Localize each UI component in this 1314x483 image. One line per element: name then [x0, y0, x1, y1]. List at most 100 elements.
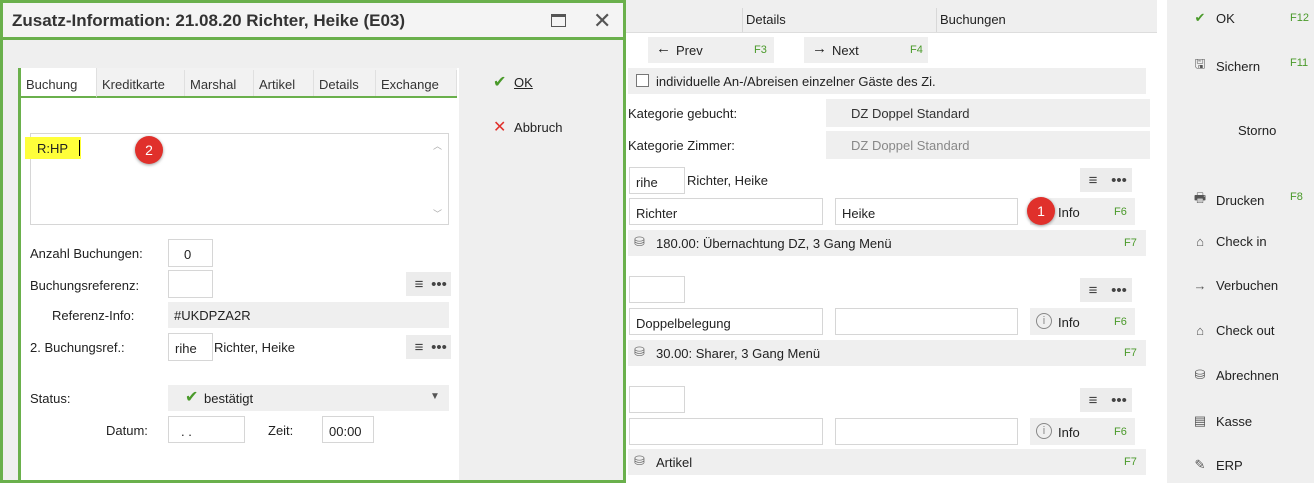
- arrow-left-icon: ←: [656, 40, 671, 57]
- top-tab-details[interactable]: Details: [742, 8, 935, 32]
- chevron-down-icon: ▼: [430, 391, 440, 402]
- dialog-ok-button[interactable]: ✔ OK: [493, 72, 533, 92]
- kategorie-zimmer-field: DZ Doppel Standard: [826, 131, 1150, 159]
- zeit-field[interactable]: 00:00: [322, 416, 374, 443]
- guest1-rate-row[interactable]: ⛁ 180.00: Übernachtung DZ, 3 Gang Menü F…: [628, 230, 1146, 256]
- dialog-title: Zusatz-Information: 21.08.20 Richter, He…: [12, 11, 406, 30]
- guest3-lastname-field[interactable]: [629, 418, 823, 445]
- guest3-info-button[interactable]: i Info F6: [1030, 418, 1135, 445]
- guest1-name: Richter, Heike: [687, 173, 768, 188]
- guest2-firstname-field[interactable]: [835, 308, 1018, 335]
- memo-text: R:HP: [25, 137, 81, 159]
- guest1-more-icon[interactable]: •••: [1106, 168, 1132, 192]
- check-icon: ✔: [1194, 10, 1206, 25]
- sidebar-storno-button[interactable]: Storno: [1212, 123, 1276, 138]
- info-circle-icon: i: [1036, 423, 1052, 439]
- guest1-info-label: Info: [1058, 205, 1080, 220]
- register-icon: ▤: [1193, 413, 1207, 428]
- arrow-right-icon: →: [1193, 278, 1207, 293]
- dialog-cancel-button[interactable]: ✕ Abbruch: [493, 117, 562, 137]
- sidebar-abrechnen-button[interactable]: ⛁ Abrechnen: [1190, 367, 1279, 383]
- guest1-list-icon[interactable]: ≡: [1080, 168, 1106, 192]
- sidebar-label: Storno: [1238, 123, 1277, 138]
- checkbox-label: individuelle An-/Abreisen einzelner Gäst…: [656, 74, 936, 89]
- text-cursor: [79, 140, 80, 156]
- sidebar-kasse-button[interactable]: ▤ Kasse: [1190, 413, 1252, 429]
- sidebar-verbuchen-button[interactable]: → Verbuchen: [1190, 278, 1279, 293]
- close-icon: ✕: [493, 119, 507, 136]
- zeit-label: Zeit:: [268, 423, 294, 438]
- guest2-code-field[interactable]: [629, 276, 685, 303]
- sidebar-label: Drucken: [1216, 192, 1265, 208]
- guest3-more-icon[interactable]: •••: [1106, 388, 1132, 412]
- ref-more-icon[interactable]: •••: [427, 272, 451, 296]
- checkbox[interactable]: [636, 74, 649, 87]
- referenz-info-label: Referenz-Info:: [52, 308, 135, 323]
- house-icon: ⌂: [1196, 234, 1204, 249]
- prev-label: Prev: [676, 43, 703, 58]
- sidebar-drucken-button[interactable]: 🖶 Drucken F8: [1190, 189, 1303, 211]
- maximize-icon[interactable]: [551, 14, 566, 27]
- edit-icon: ✎: [1194, 457, 1206, 472]
- guest2-rate-label: 30.00: Sharer, 3 Gang Menü: [656, 346, 821, 361]
- close-icon[interactable]: ✕: [593, 8, 611, 34]
- anzahl-field[interactable]: 0: [168, 239, 213, 267]
- printer-icon: 🖶: [1193, 190, 1207, 205]
- guest1-lastname-field[interactable]: Richter: [629, 198, 823, 225]
- guest1-code-field[interactable]: rihe: [629, 167, 685, 194]
- guest3-list-icon[interactable]: ≡: [1080, 388, 1106, 412]
- scroll-up-icon[interactable]: ︿: [433, 139, 442, 152]
- kategorie-gebucht-field[interactable]: DZ Doppel Standard: [826, 99, 1150, 127]
- sidebar-label: Check out: [1216, 323, 1275, 338]
- checkbox-row[interactable]: individuelle An-/Abreisen einzelner Gäst…: [628, 68, 1146, 94]
- prev-button[interactable]: ← Prev F3: [648, 37, 774, 63]
- memo-textarea[interactable]: [30, 133, 449, 225]
- top-tab-buchungen[interactable]: Buchungen: [936, 8, 1156, 32]
- buchungsref2-code-field[interactable]: rihe: [168, 333, 213, 361]
- guest2-info-button[interactable]: i Info F6: [1030, 308, 1135, 335]
- status-select[interactable]: ✔ bestätigt ▼: [168, 385, 449, 411]
- sidebar-erp-button[interactable]: ✎ ERP: [1190, 457, 1243, 473]
- tab-details[interactable]: Details: [314, 70, 376, 96]
- guest2-info-key: F6: [1114, 316, 1127, 328]
- guest1-rate-key: F7: [1124, 237, 1137, 249]
- dialog-cancel-label: Abbruch: [514, 120, 563, 135]
- guest2-lastname-field[interactable]: Doppelbelegung: [629, 308, 823, 335]
- guest2-list-icon[interactable]: ≡: [1080, 278, 1106, 302]
- kategorie-gebucht-label: Kategorie gebucht:: [628, 106, 738, 121]
- sidebar-sichern-button[interactable]: 🖫 Sichern F11: [1190, 55, 1308, 77]
- sidebar-label: Verbuchen: [1216, 278, 1279, 293]
- scroll-down-icon[interactable]: ﹀: [433, 207, 442, 220]
- datum-field[interactable]: . .: [168, 416, 245, 443]
- sidebar-check-in-button[interactable]: ⌂ Check in: [1190, 234, 1267, 249]
- sidebar-label: Check in: [1216, 234, 1267, 249]
- sidebar-ok-button[interactable]: ✔ OK F12: [1190, 10, 1309, 26]
- ref2-more-icon[interactable]: •••: [427, 335, 451, 359]
- info-circle-icon: i: [1036, 313, 1052, 329]
- guest2-rate-key: F7: [1124, 347, 1137, 359]
- guest3-rate-label: Artikel: [656, 455, 693, 470]
- guest3-rate-row[interactable]: ⛁ Artikel F7: [628, 449, 1146, 475]
- tab-marshal[interactable]: Marshal: [185, 70, 254, 96]
- next-key: F4: [910, 44, 923, 56]
- guest3-code-field[interactable]: [629, 386, 685, 413]
- tab-exchange[interactable]: Exchange: [376, 70, 457, 96]
- sidebar-key: F12: [1290, 12, 1309, 24]
- guest1-firstname-field[interactable]: Heike: [835, 198, 1018, 225]
- dialog-ok-label: OK: [514, 75, 533, 90]
- sidebar-check-out-button[interactable]: ⌂ Check out: [1190, 323, 1275, 338]
- guest2-info-label: Info: [1058, 315, 1080, 330]
- guest1-rate-label: 180.00: Übernachtung DZ, 3 Gang Menü: [656, 236, 892, 251]
- tab-buchung[interactable]: Buchung: [21, 68, 97, 98]
- tab-artikel[interactable]: Artikel: [254, 70, 314, 96]
- guest3-firstname-field[interactable]: [835, 418, 1018, 445]
- guest2-more-icon[interactable]: •••: [1106, 278, 1132, 302]
- guest3-info-label: Info: [1058, 425, 1080, 440]
- tab-kreditkarte[interactable]: Kreditkarte: [97, 70, 185, 96]
- save-icon: 🖫: [1194, 56, 1206, 71]
- referenz-info-field: #UKDPZA2R: [168, 302, 449, 328]
- buchungsreferenz-field[interactable]: [168, 270, 213, 298]
- buchungsreferenz-label: Buchungsreferenz:: [30, 278, 140, 293]
- next-button[interactable]: → Next F4: [804, 37, 928, 63]
- guest2-rate-row[interactable]: ⛁ 30.00: Sharer, 3 Gang Menü F7: [628, 340, 1146, 366]
